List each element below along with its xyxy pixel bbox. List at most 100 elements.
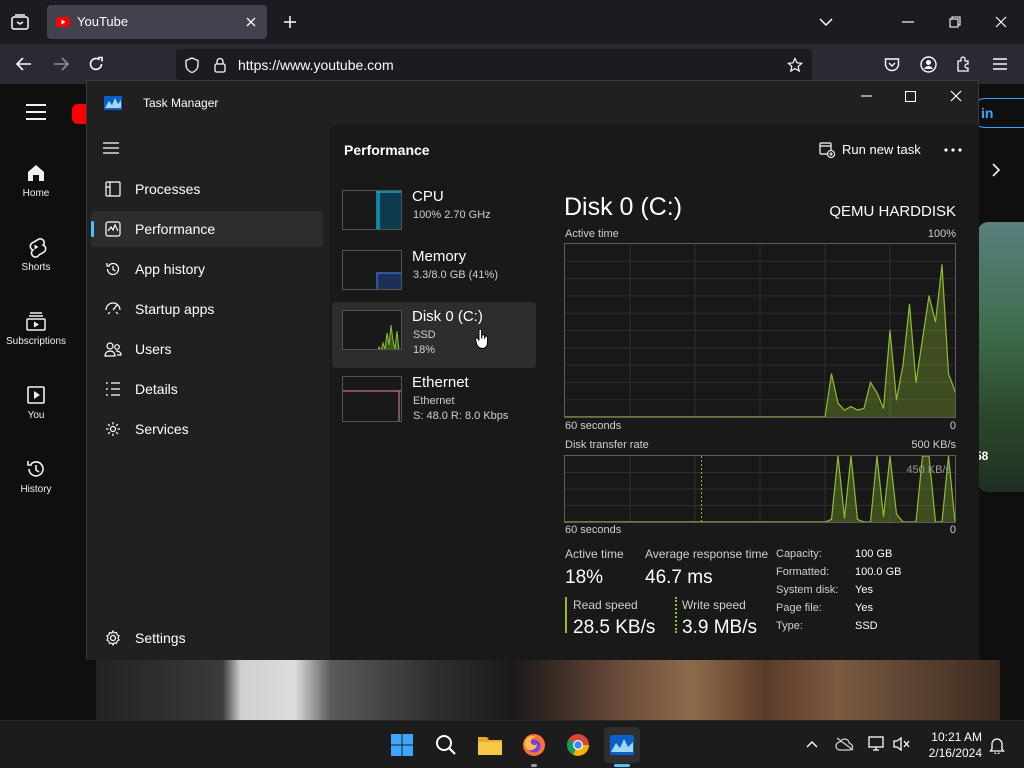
show-hidden-icons-icon[interactable] bbox=[803, 735, 821, 753]
chrome-icon bbox=[566, 733, 590, 757]
bookmark-star-icon[interactable] bbox=[786, 56, 804, 74]
task-manager-taskbar-button[interactable] bbox=[604, 727, 640, 767]
property-value: Yes bbox=[855, 602, 873, 614]
resource-detail: Ethernet bbox=[413, 395, 455, 407]
minimize-icon[interactable] bbox=[898, 12, 918, 32]
resource-name: CPU bbox=[412, 188, 444, 205]
reload-icon[interactable] bbox=[86, 54, 106, 74]
write-speed-label: Write speed bbox=[682, 598, 746, 612]
close-icon bbox=[950, 90, 962, 102]
app-menu-icon[interactable] bbox=[990, 54, 1010, 74]
network-icon[interactable] bbox=[866, 734, 888, 754]
nav-item-label: Services bbox=[135, 421, 189, 437]
data-point bbox=[843, 409, 846, 411]
firefox-button[interactable] bbox=[516, 727, 552, 767]
yt-nav-home[interactable]: Home bbox=[0, 162, 72, 199]
write-speed-bar bbox=[675, 597, 677, 633]
nav-item-startup-apps[interactable]: Startup apps bbox=[91, 291, 323, 327]
read-speed-bar bbox=[565, 597, 567, 633]
data-point bbox=[869, 381, 872, 383]
clock-date[interactable]: 2/16/2024 bbox=[914, 746, 982, 760]
onedrive-icon[interactable] bbox=[834, 734, 856, 754]
youtube-logo[interactable] bbox=[72, 104, 86, 124]
data-point bbox=[830, 518, 833, 520]
tm-maximize-button[interactable] bbox=[887, 83, 933, 109]
tm-minimize-button[interactable] bbox=[843, 83, 889, 109]
chevron-right-icon[interactable] bbox=[986, 160, 1006, 180]
read-speed-value: 28.5 KB/s bbox=[573, 617, 656, 638]
restore-icon[interactable] bbox=[945, 12, 965, 32]
data-point bbox=[928, 295, 930, 297]
nav-item-app-history[interactable]: App history bbox=[91, 251, 323, 287]
ethernet-mini-graph bbox=[342, 376, 402, 422]
data-point bbox=[941, 264, 943, 266]
data-point bbox=[915, 381, 917, 383]
task-manager-window: Task Manager Processes Performance App h… bbox=[86, 80, 979, 660]
chrome-button[interactable] bbox=[560, 727, 596, 763]
more-options-icon[interactable] bbox=[940, 137, 966, 163]
nav-item-performance[interactable]: Performance bbox=[91, 211, 323, 247]
resource-detail: 3.3/8.0 GB (41%) bbox=[413, 269, 498, 281]
data-point bbox=[863, 407, 865, 409]
video-thumbnail-row[interactable] bbox=[96, 660, 1000, 720]
new-tab-icon[interactable] bbox=[280, 12, 300, 32]
property-key: System disk: bbox=[776, 584, 839, 596]
avg-response-label: Average response time bbox=[645, 547, 769, 561]
nav-item-label: Startup apps bbox=[135, 301, 215, 317]
resource-item-disk[interactable]: Disk 0 (C:) SSD 18% bbox=[332, 302, 536, 368]
extensions-icon[interactable] bbox=[954, 54, 974, 74]
yt-nav-label: Home bbox=[22, 188, 50, 199]
youtube-menu-icon[interactable] bbox=[24, 102, 48, 122]
nav-item-details[interactable]: Details bbox=[91, 371, 323, 407]
clock-time[interactable]: 10:21 AM bbox=[928, 730, 982, 744]
start-button[interactable] bbox=[384, 727, 420, 763]
close-tab-icon[interactable] bbox=[243, 14, 259, 30]
lock-icon[interactable] bbox=[212, 56, 228, 74]
nav-item-users[interactable]: Users bbox=[91, 331, 323, 367]
browser-tab[interactable]: YouTube bbox=[47, 5, 267, 39]
back-icon[interactable] bbox=[14, 54, 34, 74]
notification-bell-icon[interactable] bbox=[986, 734, 1008, 756]
yt-nav-subscriptions[interactable]: Subscriptions bbox=[0, 310, 72, 347]
shield-icon[interactable] bbox=[184, 57, 200, 73]
tab-list-icon[interactable] bbox=[8, 11, 32, 33]
transfer-graph-max: 500 KB/s bbox=[911, 439, 956, 451]
pocket-icon[interactable] bbox=[882, 54, 902, 74]
task-manager-app-icon bbox=[103, 93, 123, 113]
resource-item-memory[interactable]: Memory 3.3/8.0 GB (41%) bbox=[332, 242, 536, 308]
write-speed-value: 3.9 MB/s bbox=[682, 617, 757, 638]
nav-item-label: Users bbox=[135, 341, 172, 357]
property-key: Type: bbox=[776, 620, 803, 632]
url-text[interactable]: https://www.youtube.com bbox=[238, 57, 394, 73]
file-explorer-button[interactable] bbox=[472, 727, 508, 763]
tm-close-button[interactable] bbox=[933, 83, 979, 109]
yt-nav-shorts[interactable]: Shorts bbox=[0, 236, 72, 273]
chevron-down-icon[interactable] bbox=[816, 12, 836, 32]
windows-start-icon bbox=[390, 733, 414, 757]
resource-item-ethernet[interactable]: Ethernet Ethernet S: 48.0 R: 8.0 Kbps bbox=[332, 368, 536, 434]
yt-nav-you[interactable]: You bbox=[0, 384, 72, 421]
run-new-task-label: Run new task bbox=[842, 142, 921, 157]
close-icon[interactable] bbox=[991, 12, 1011, 32]
volume-muted-icon[interactable] bbox=[891, 734, 913, 754]
resource-name: Disk 0 (C:) bbox=[412, 308, 483, 325]
property-value: 100 GB bbox=[855, 548, 893, 560]
data-point bbox=[908, 303, 911, 306]
data-point bbox=[856, 409, 859, 411]
search-button[interactable] bbox=[428, 727, 464, 763]
forward-icon[interactable] bbox=[51, 54, 71, 74]
nav-item-settings[interactable]: Settings bbox=[91, 620, 323, 656]
nav-item-processes[interactable]: Processes bbox=[91, 171, 323, 207]
account-icon[interactable] bbox=[918, 54, 938, 74]
nav-item-label: App history bbox=[135, 261, 206, 277]
yt-nav-history[interactable]: History bbox=[0, 458, 72, 495]
hamburger-menu-icon[interactable] bbox=[101, 139, 121, 157]
avg-response-value: 46.7 ms bbox=[645, 567, 713, 588]
data-point bbox=[876, 392, 878, 394]
resource-name: Memory bbox=[412, 248, 467, 265]
nav-item-services[interactable]: Services bbox=[91, 411, 323, 447]
url-bar[interactable]: https://www.youtube.com bbox=[176, 49, 812, 81]
transfer-graph-reference-label: 450 KB/s bbox=[906, 464, 951, 476]
run-new-task-button[interactable]: Run new task bbox=[818, 137, 928, 163]
resource-item-cpu[interactable]: CPU 100% 2.70 GHz bbox=[332, 182, 536, 248]
